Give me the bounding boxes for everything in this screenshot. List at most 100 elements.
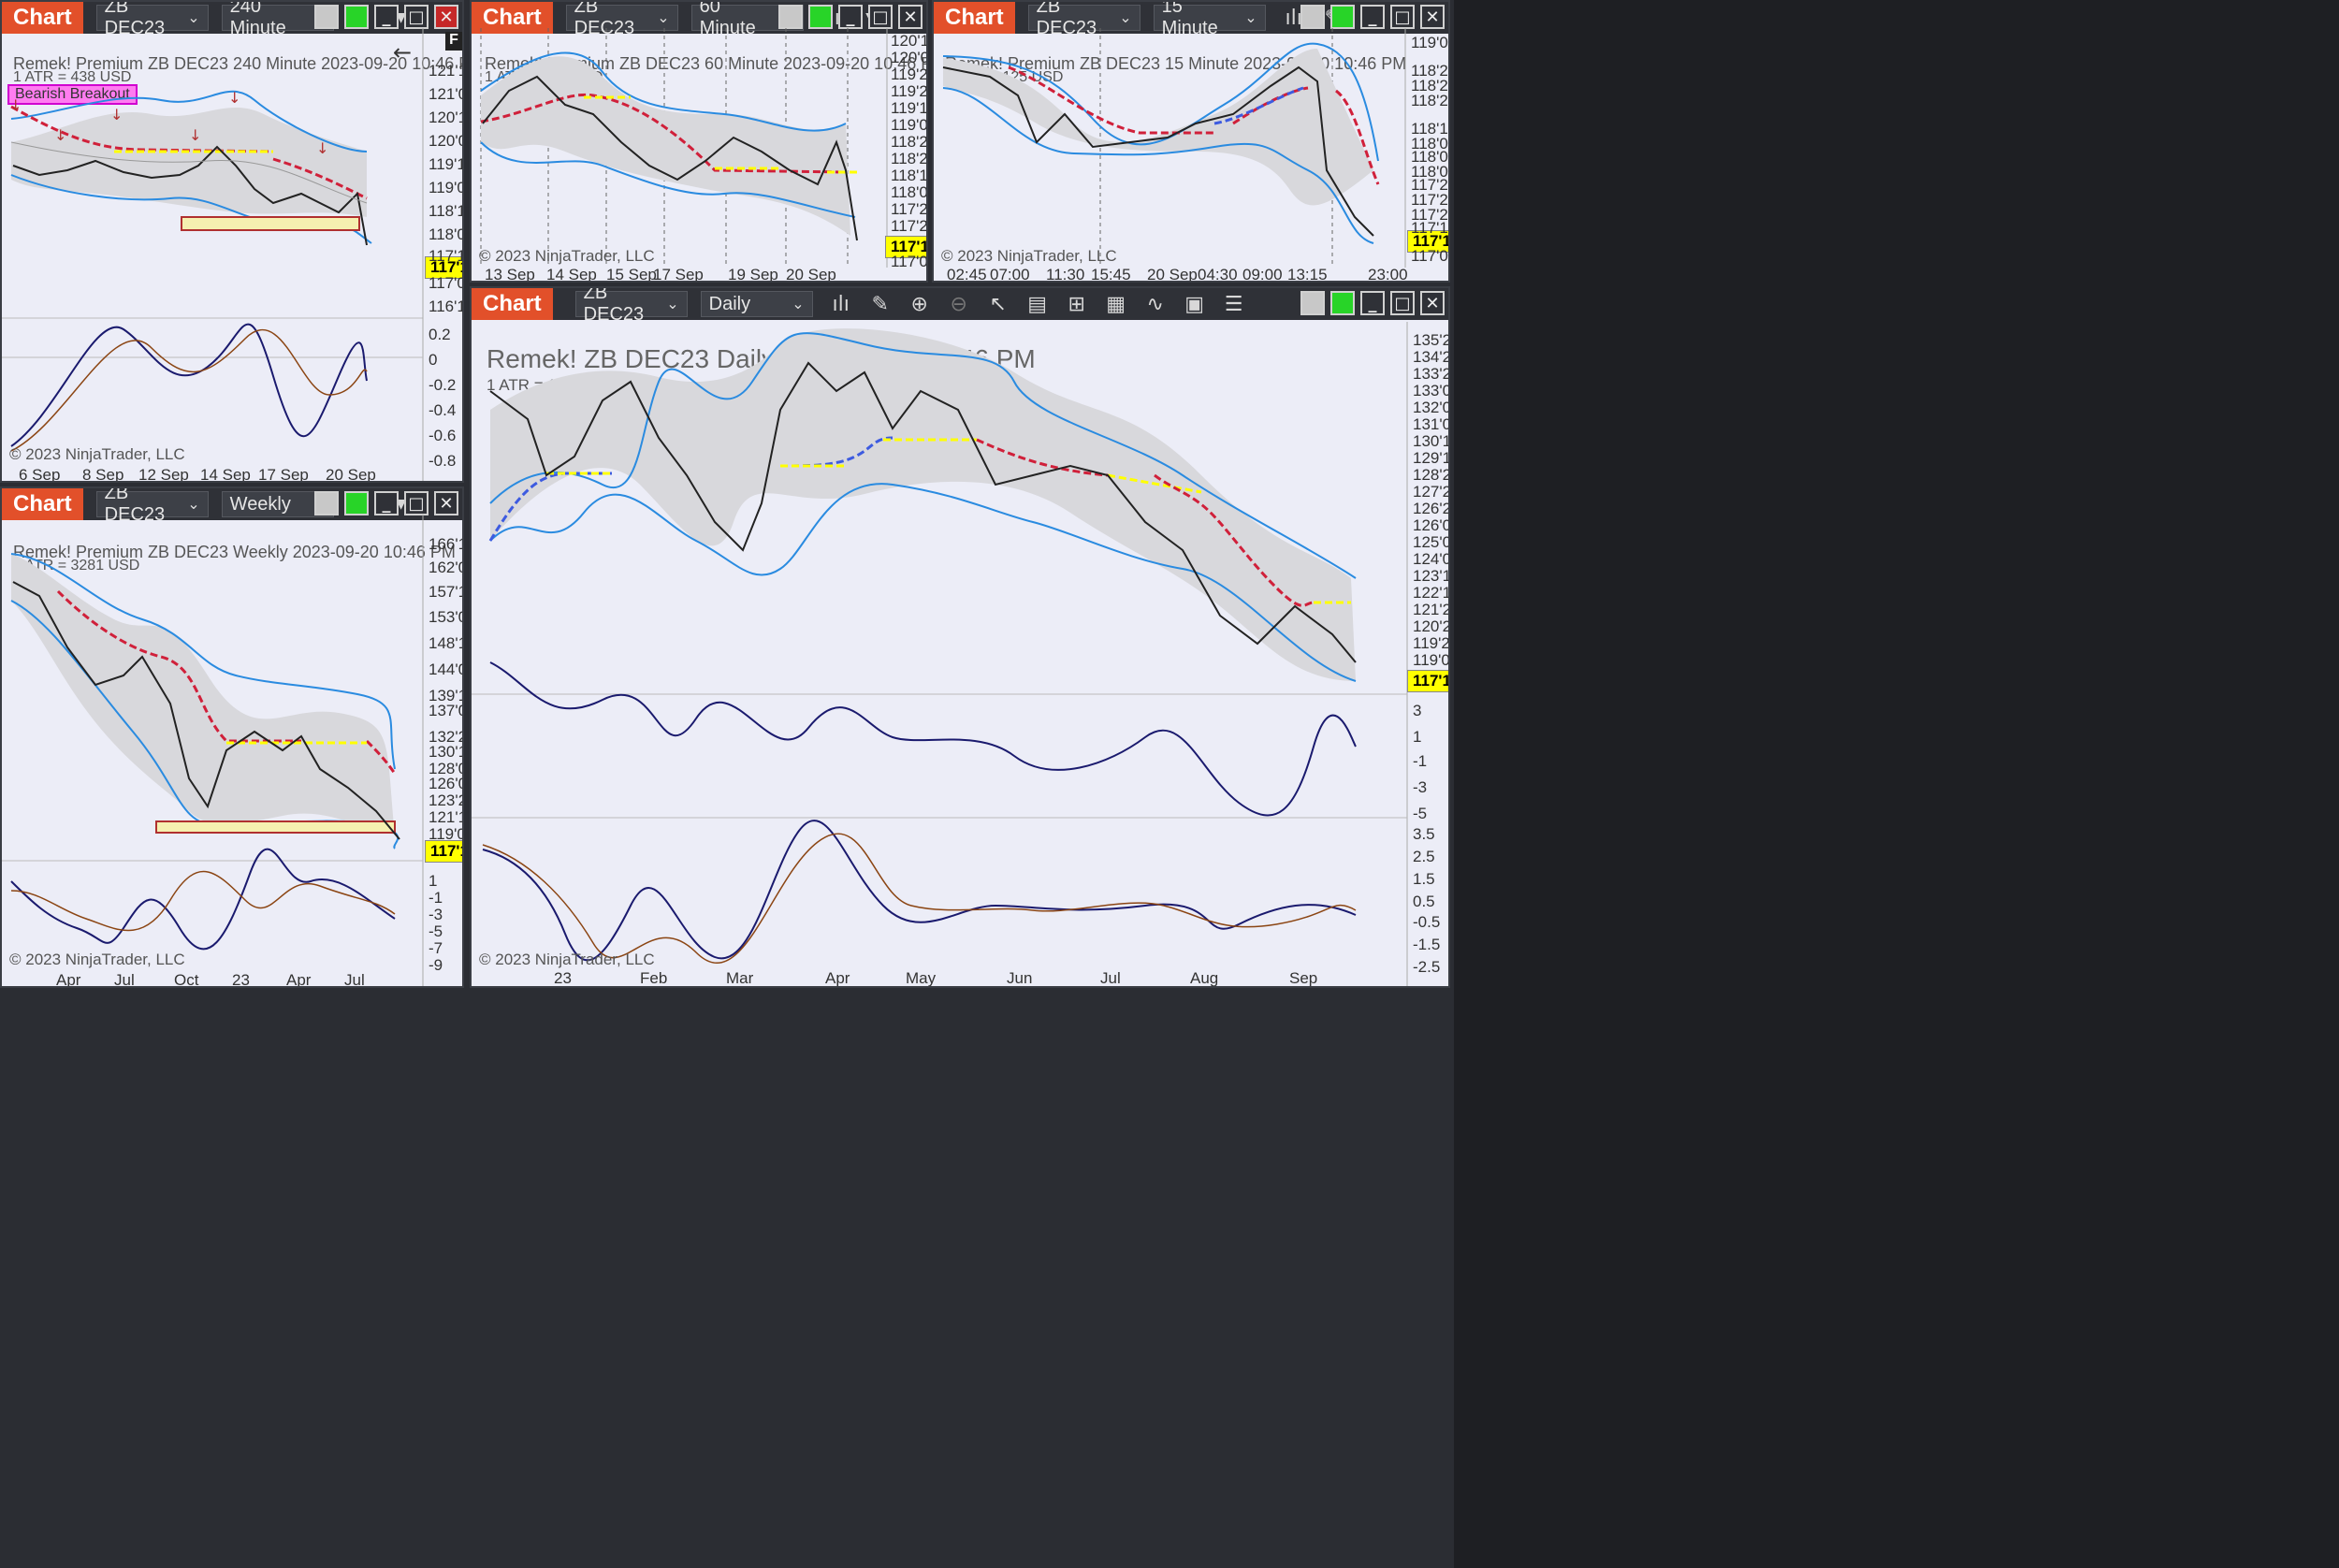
- price-chart-weekly[interactable]: [2, 488, 464, 988]
- chart-window-15min[interactable]: Chart ZB DEC23⌄ 15 Minute⌄ ılı ✎ ⌕ _ □ ✕…: [932, 0, 1450, 283]
- y-tick: 119'28: [1413, 634, 1450, 652]
- y-tick: 118'16: [429, 202, 462, 220]
- last-price-tag: 117'12: [1407, 670, 1448, 692]
- svg-text:↓: ↓: [228, 89, 240, 107]
- y-tick: 118'20: [891, 150, 928, 167]
- y-tick: 121'20: [1413, 601, 1448, 618]
- x-tick: 17 Sep: [258, 466, 309, 483]
- x-tick: Jul: [344, 971, 365, 988]
- y-tick: 117'00: [429, 274, 462, 292]
- hist-tick: 1: [1413, 728, 1422, 746]
- y-tick: 130'12: [1413, 432, 1448, 450]
- y-tick: 119'04: [1411, 34, 1448, 51]
- chart-window-daily[interactable]: Chart ZB DEC23 ⌄ Daily ⌄ ılı ✎ ⊕ ⊖ ↖ ▤ ⊞ ▦…: [470, 286, 1450, 988]
- y-tick: 119'20: [891, 82, 928, 100]
- y-tick: 133'28: [1413, 365, 1448, 383]
- y-tick: 119'00: [1413, 651, 1450, 669]
- y-tick: 133'00: [1413, 382, 1448, 399]
- y-tick: 126'28: [1413, 500, 1448, 517]
- hist-tick: -3: [1413, 778, 1428, 796]
- y-tick: 123'24: [429, 791, 462, 809]
- price-chart-daily[interactable]: [472, 288, 1450, 988]
- y-tick: 120'24: [1413, 617, 1448, 635]
- chart-window-60min[interactable]: Chart ZB DEC23⌄ 60 Minute⌄ ılı ▼ _ □ ✕ R…: [470, 0, 928, 283]
- osc-tick: -9: [429, 956, 443, 974]
- y-tick: 120'00: [429, 132, 462, 150]
- chart-window-weekly[interactable]: Chart ZB DEC23⌄ Weekly⌄ ılı ▼ _ □ ✕ Reme…: [0, 486, 464, 988]
- svg-text:↓: ↓: [316, 139, 328, 157]
- x-tick: 09:00: [1242, 266, 1283, 283]
- y-tick: 123'12: [1413, 567, 1448, 585]
- x-tick: 07:00: [990, 266, 1030, 283]
- copyright: © 2023 NinjaTrader, LLC: [479, 951, 655, 968]
- y-tick: 118'20: [1411, 92, 1448, 109]
- y-tick: 117'16: [1411, 219, 1448, 237]
- copyright: © 2023 NinjaTrader, LLC: [9, 951, 185, 968]
- x-tick: 6 Sep: [19, 466, 61, 483]
- y-tick: 117'04: [891, 253, 928, 270]
- y-tick: 117'16: [429, 247, 462, 265]
- osc-tick: 1: [429, 872, 438, 890]
- y-tick: 127'24: [1413, 483, 1448, 501]
- y-tick: 118'28: [891, 133, 928, 151]
- osc-tick: -0.8: [429, 452, 457, 470]
- chart-window-240min[interactable]: Chart ZB DEC23⌄ 240 Minute⌄ ılı ▼ _ □ ✕ …: [0, 0, 464, 483]
- y-tick: 119'04: [891, 116, 928, 134]
- x-tick: 20 Sep: [786, 266, 836, 283]
- copyright: © 2023 NinjaTrader, LLC: [941, 247, 1117, 265]
- x-tick: 14 Sep: [546, 266, 597, 283]
- x-tick: Oct: [174, 971, 199, 988]
- x-tick: 8 Sep: [82, 466, 124, 483]
- hist-tick: -5: [1413, 805, 1428, 822]
- x-tick: May: [906, 969, 937, 987]
- y-tick: 121'16: [429, 808, 462, 826]
- y-tick: 135'20: [1413, 331, 1448, 349]
- x-tick: Apr: [56, 971, 81, 988]
- svg-text:↓: ↓: [54, 126, 66, 144]
- y-tick: 166'16: [429, 535, 462, 553]
- osc-tick: 3.5: [1413, 825, 1435, 843]
- offscreen-workspace: [1454, 0, 2339, 1568]
- osc-tick: -1.5: [1413, 936, 1441, 953]
- y-tick: 117'08: [1411, 247, 1448, 265]
- x-tick: 14 Sep: [200, 466, 251, 483]
- y-tick: 144'00: [429, 661, 462, 678]
- osc-tick: -5: [429, 922, 443, 940]
- y-tick: 120'04: [891, 49, 926, 66]
- price-chart-60[interactable]: [472, 2, 928, 283]
- price-chart-15[interactable]: [934, 2, 1450, 283]
- x-tick: 15 Sep: [606, 266, 657, 283]
- osc-tick: -2.5: [1413, 958, 1441, 976]
- y-tick: 118'12: [891, 167, 928, 184]
- y-tick: 119'16: [429, 155, 462, 173]
- osc-tick: -0.6: [429, 427, 457, 444]
- y-tick: 131'08: [1413, 415, 1448, 433]
- y-tick: 124'08: [1413, 550, 1448, 568]
- x-tick: Apr: [825, 969, 850, 987]
- x-tick: 15:45: [1091, 266, 1131, 283]
- osc-tick: -0.5: [1413, 913, 1441, 931]
- y-tick: 118'04: [891, 183, 928, 201]
- y-tick: 148'16: [429, 634, 462, 652]
- y-tick: 157'16: [429, 583, 462, 601]
- y-tick: 126'00: [1413, 516, 1448, 534]
- osc-tick: -1: [429, 889, 443, 907]
- x-tick: 11:30: [1046, 266, 1085, 283]
- x-tick: 13:15: [1287, 266, 1328, 283]
- osc-tick: 0: [429, 351, 438, 369]
- hist-tick: 3: [1413, 702, 1422, 719]
- y-tick: 132'04: [1413, 399, 1448, 416]
- y-tick: 121'16: [429, 62, 462, 80]
- x-tick: 23:00: [1368, 266, 1408, 283]
- x-tick: 20 Sep: [326, 466, 376, 483]
- osc-tick: 0.5: [1413, 893, 1435, 910]
- copyright: © 2023 NinjaTrader, LLC: [9, 445, 185, 463]
- x-tick: Feb: [640, 969, 668, 987]
- x-tick: Jun: [1007, 969, 1033, 987]
- price-chart-240[interactable]: ↓ ↓ ↓ ↓ ↓ ↓: [2, 2, 464, 483]
- x-tick: 20 Sep: [1147, 266, 1198, 283]
- x-tick: 02:45: [947, 266, 987, 283]
- x-tick: 19 Sep: [728, 266, 778, 283]
- osc-tick: 0.2: [429, 326, 451, 343]
- osc-tick: 2.5: [1413, 848, 1435, 865]
